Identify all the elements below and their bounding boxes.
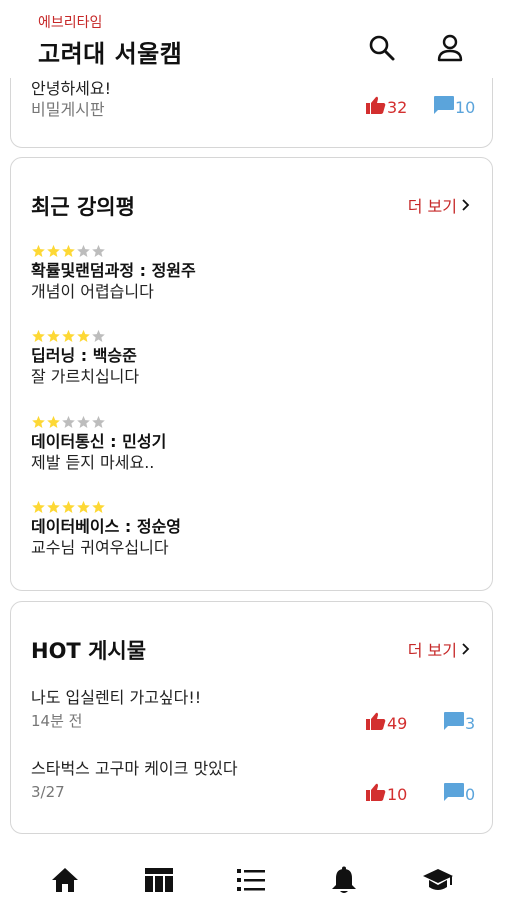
like-count: 32 <box>366 96 407 118</box>
star-filled-icon <box>62 329 75 342</box>
star-filled-icon <box>77 329 90 342</box>
review-course: 데이터통신 : 민성기 <box>31 432 167 451</box>
star-empty-icon <box>92 329 105 342</box>
post-time: 3/27 <box>31 783 65 801</box>
board-name: 비밀게시판 <box>31 100 105 119</box>
review-item[interactable]: 데이터통신 : 민성기 제발 듣지 마세요.. <box>31 415 471 474</box>
chevron-right-icon <box>457 196 470 215</box>
comment-icon <box>444 712 465 734</box>
like-count-value: 49 <box>387 713 408 733</box>
like-count-value: 32 <box>387 97 408 117</box>
comment-icon <box>434 96 455 118</box>
star-empty-icon <box>77 415 90 428</box>
review-text: 교수님 귀여우십니다 <box>31 538 169 557</box>
comment-count-value: 0 <box>465 784 476 804</box>
star-filled-icon <box>47 415 60 428</box>
thumbs-up-icon <box>366 783 387 805</box>
post-title: 스타벅스 고구마 케이크 맛있다 <box>31 759 238 778</box>
recent-reviews-card: 최근 강의평 더 보기 확률및랜덤과정 : 정원주 개념이 어렵습니다 딥러닝 … <box>10 157 493 591</box>
star-rating <box>31 329 471 343</box>
section-title: 최근 강의평 <box>31 195 135 219</box>
user-icon[interactable] <box>435 33 465 63</box>
review-text: 제발 듣지 마세요.. <box>31 453 155 472</box>
thumbs-up-icon <box>366 96 387 118</box>
star-filled-icon <box>62 500 75 513</box>
graduation-cap-icon[interactable] <box>422 865 453 895</box>
search-icon[interactable] <box>367 33 397 63</box>
chevron-right-icon <box>457 640 470 659</box>
star-empty-icon <box>92 415 105 428</box>
star-filled-icon <box>47 244 60 257</box>
post-title: 나도 입실렌티 가고싶다!! <box>31 688 202 707</box>
star-filled-icon <box>77 500 90 513</box>
bottom-navigation <box>0 851 505 911</box>
review-item[interactable]: 딥러닝 : 백승준 잘 가르치십니다 <box>31 329 471 388</box>
star-filled-icon <box>47 500 60 513</box>
app-header: 에브리타임 고려대 서울캠 <box>0 0 505 78</box>
hot-posts-card: HOT 게시물 더 보기 나도 입실렌티 가고싶다!! 14분 전 49 3 스… <box>10 601 493 834</box>
hot-post-item[interactable]: 나도 입실렌티 가고싶다!! 14분 전 <box>31 687 476 732</box>
page-title[interactable]: 고려대 서울캠 <box>38 34 182 69</box>
comment-count: 10 <box>434 96 475 118</box>
star-rating <box>31 415 471 429</box>
home-icon[interactable] <box>50 865 80 895</box>
post-time: 14분 전 <box>31 712 83 730</box>
app-name: 에브리타임 <box>38 15 103 31</box>
timetable-icon[interactable] <box>144 865 174 895</box>
comment-icon <box>444 783 465 805</box>
star-empty-icon <box>92 244 105 257</box>
review-text: 잘 가르치십니다 <box>31 367 140 386</box>
board-list-icon[interactable] <box>236 865 266 895</box>
review-item[interactable]: 확률및랜덤과정 : 정원주 개념이 어렵습니다 <box>31 244 471 303</box>
star-filled-icon <box>92 500 105 513</box>
thumbs-up-icon <box>366 712 387 734</box>
more-label: 더 보기 <box>407 641 457 660</box>
star-empty-icon <box>77 244 90 257</box>
star-rating <box>31 500 471 514</box>
hot-post-item[interactable]: 스타벅스 고구마 케이크 맛있다 3/27 <box>31 758 476 803</box>
comment-count: 0 <box>444 783 475 805</box>
review-item[interactable]: 데이터베이스 : 정순영 교수님 귀여우십니다 <box>31 500 471 559</box>
star-filled-icon <box>62 244 75 257</box>
star-filled-icon <box>32 500 45 513</box>
like-count: 10 <box>366 783 407 805</box>
more-label: 더 보기 <box>407 197 457 216</box>
section-title: HOT 게시물 <box>31 639 147 663</box>
comment-count-value: 3 <box>465 713 476 733</box>
comment-count-value: 10 <box>455 97 476 117</box>
star-filled-icon <box>32 244 45 257</box>
review-course: 딥러닝 : 백승준 <box>31 346 137 365</box>
more-reviews-button[interactable]: 더 보기 <box>408 193 470 217</box>
star-empty-icon <box>62 415 75 428</box>
review-course: 데이터베이스 : 정순영 <box>31 517 182 536</box>
like-count: 49 <box>366 712 407 734</box>
star-filled-icon <box>32 329 45 342</box>
review-text: 개념이 어렵습니다 <box>31 282 154 301</box>
star-rating <box>31 244 471 258</box>
notification-bell-icon[interactable] <box>329 865 359 895</box>
star-filled-icon <box>32 415 45 428</box>
star-filled-icon <box>47 329 60 342</box>
review-course: 확률및랜덤과정 : 정원주 <box>31 261 196 280</box>
more-hot-button[interactable]: 더 보기 <box>408 637 470 661</box>
comment-count: 3 <box>444 712 475 734</box>
like-count-value: 10 <box>387 784 408 804</box>
